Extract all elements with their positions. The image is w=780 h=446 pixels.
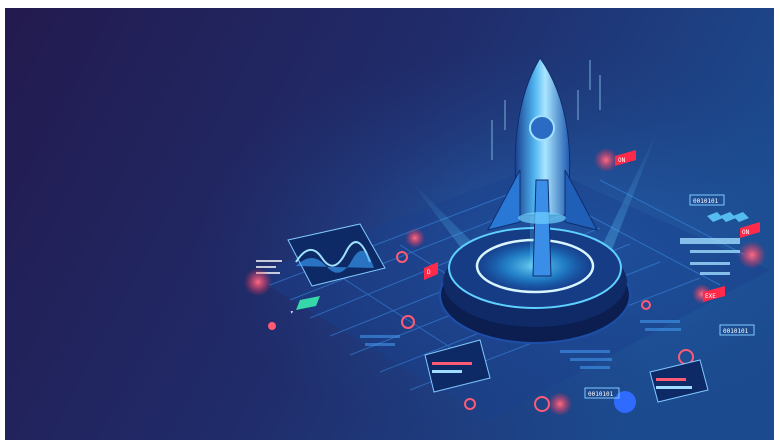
rocket-launch-illustration: ON ON EXE D 0010101 0010101 0010101 ▾ [0, 0, 780, 446]
code-box-a: 0010101 [693, 198, 719, 205]
blue-dot [614, 391, 636, 413]
tag-on-top: ON [618, 157, 626, 164]
code-box-b: 0010101 [723, 328, 749, 335]
tag-on-right: ON [742, 229, 750, 236]
illustration-frame: ON ON EXE D 0010101 0010101 0010101 ▾ [0, 0, 780, 446]
right-chevrons [707, 212, 749, 222]
tag-exe: EXE [705, 293, 716, 300]
tag-pin: ▾ [290, 309, 294, 316]
frame-border-bottom [0, 440, 780, 446]
frame-border-top [0, 0, 780, 8]
frame-border-left [0, 0, 5, 446]
code-box-c: 0010101 [588, 391, 614, 398]
tag-bulb: D [427, 269, 431, 276]
frame-border-right [774, 0, 780, 446]
